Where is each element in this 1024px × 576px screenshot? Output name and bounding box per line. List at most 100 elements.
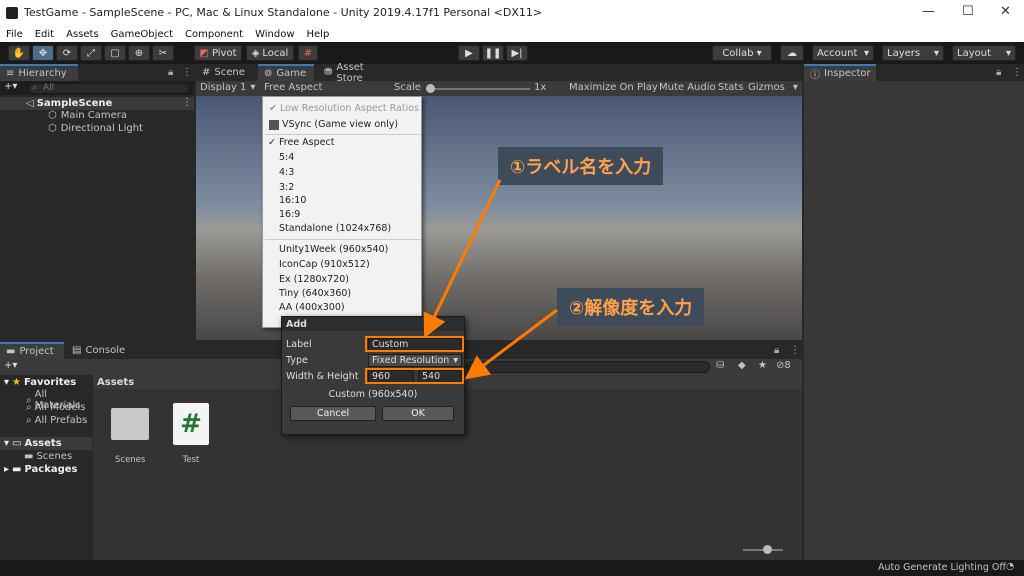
layers-dropdown[interactable]: Layers ▾ (882, 45, 944, 61)
aspect-option[interactable]: Standalone (1024x768) (279, 223, 391, 234)
scale-tool-icon[interactable]: ⤢ (80, 45, 102, 61)
packages-node[interactable]: ▸ ▬ Packages (4, 464, 78, 475)
filter-label-icon[interactable]: ◆ (738, 360, 746, 371)
project-search-input[interactable] (466, 361, 710, 373)
favorite-item[interactable]: ⌕ All Prefabs (26, 415, 87, 426)
aspect-dropdown[interactable]: Free Aspect (264, 82, 322, 93)
chevron-down-icon: ▾ (933, 47, 939, 59)
hierarchy-item-main-camera[interactable]: ⬡ Main Camera (48, 110, 127, 121)
menu-help[interactable]: Help (307, 29, 330, 40)
move-tool-icon[interactable]: ✥ (32, 45, 54, 61)
scene-row[interactable]: ◁ SampleScene (0, 97, 194, 110)
minimize-button[interactable]: — (922, 4, 935, 19)
scene-kebab-icon[interactable]: ⋮ (182, 97, 192, 108)
tab-asset-store[interactable]: ⛃ Asset Store (318, 62, 398, 84)
scale-value: 1x (534, 82, 547, 93)
hidden-packages-toggle[interactable]: ⊘ 8 (776, 360, 791, 371)
menu-assets[interactable]: Assets (66, 29, 99, 40)
display-dropdown[interactable]: Display 1 ▾ (200, 82, 255, 93)
inspector-panel: ⓘ Inspector 🔒︎ ⋮ (804, 64, 1024, 560)
tab-inspector[interactable]: ⓘ Inspector (804, 64, 876, 81)
rotate-tool-icon[interactable]: ⟳ (56, 45, 78, 61)
aspect-option[interactable]: 16:9 (279, 209, 300, 220)
aspect-option[interactable]: 3:2 (279, 182, 294, 193)
favorite-star-icon[interactable]: ★ (758, 360, 767, 371)
add-icon[interactable]: +▾ (4, 81, 17, 92)
cloud-icon[interactable]: ☁ (780, 45, 804, 61)
step-icon[interactable]: ▶| (506, 45, 528, 61)
vsync-option[interactable]: VSync (Game view only) (269, 119, 398, 130)
collab-button[interactable]: Collab ▾ (712, 45, 772, 61)
aspect-option[interactable]: 16:10 (279, 195, 306, 206)
hand-tool-icon[interactable]: ✋ (8, 45, 30, 61)
aspect-option[interactable]: Tiny (640x360) (279, 288, 351, 299)
aspect-option[interactable]: IconCap (910x512) (279, 259, 370, 270)
scenes-node[interactable]: ▬ Scenes (24, 451, 72, 462)
aspect-option[interactable]: 4:3 (279, 167, 294, 178)
hierarchy-item-directional-light[interactable]: ⬡ Directional Light (48, 123, 143, 134)
search-icon: ⌕ (32, 83, 38, 93)
filter-type-icon[interactable]: ⛁ (716, 360, 724, 371)
pause-icon[interactable]: ❚❚ (482, 45, 504, 61)
kebab-menu-icon[interactable]: ⋮ (182, 67, 192, 78)
lock-icon[interactable]: 🔒︎ (996, 67, 1001, 78)
add-icon[interactable]: +▾ (4, 360, 17, 371)
custom-tool-icon[interactable]: ✂ (152, 45, 174, 61)
kebab-menu-icon[interactable]: ⋮ (1012, 67, 1022, 78)
local-button[interactable]: ◈ Local (246, 45, 294, 61)
ok-button[interactable]: OK (382, 406, 454, 421)
menu-separator (265, 134, 421, 135)
tab-console[interactable]: ▤ Console (66, 342, 132, 359)
aspect-option[interactable]: AA (400x300) (279, 302, 345, 313)
grid-snap-icon[interactable]: # (298, 45, 318, 61)
scale-slider-handle[interactable] (426, 84, 435, 93)
assets-node[interactable]: ▾ ▭ Assets (0, 437, 92, 450)
tab-scene[interactable]: # Scene (196, 64, 258, 81)
pivot-button[interactable]: ◩ Pivot (194, 45, 242, 61)
menu-file[interactable]: File (6, 29, 23, 40)
favorites-node[interactable]: ▾ ★ Favorites (4, 377, 76, 388)
play-icon[interactable]: ▶ (458, 45, 480, 61)
scale-slider[interactable] (426, 88, 530, 90)
aspect-option[interactable]: Ex (1280x720) (279, 274, 349, 285)
resolution-highlight-box (365, 368, 464, 384)
folder-icon[interactable] (111, 408, 149, 440)
favorite-item[interactable]: ⌕ All Models (26, 402, 85, 413)
menu-edit[interactable]: Edit (35, 29, 54, 40)
tab-game[interactable]: ⊚ Game (258, 64, 314, 81)
aspect-option[interactable]: 5:4 (279, 152, 294, 163)
close-button[interactable]: ✕ (1000, 4, 1011, 19)
transform-tool-icon[interactable]: ⊕ (128, 45, 150, 61)
low-res-option[interactable]: ✔ Low Resolution Aspect Ratios (269, 103, 419, 114)
csharp-script-icon[interactable]: # (173, 403, 209, 445)
gizmos-dropdown[interactable]: Gizmos ▾ (748, 82, 798, 93)
icon-size-slider-handle[interactable] (763, 545, 772, 554)
maximize-button[interactable]: ☐ (962, 4, 974, 19)
menu-component[interactable]: Component (185, 29, 243, 40)
mute-audio-toggle[interactable]: Mute Audio (659, 82, 716, 93)
layout-dropdown[interactable]: Layout ▾ (952, 45, 1016, 61)
status-text: Auto Generate Lighting Off (878, 562, 1006, 573)
lock-icon[interactable]: 🔒︎ (168, 67, 173, 78)
list-icon: ≡ (6, 68, 15, 79)
tab-project[interactable]: ▬ Project (0, 342, 64, 359)
maximize-on-play-toggle[interactable]: Maximize On Play (569, 82, 658, 93)
rect-tool-icon[interactable]: ▢ (104, 45, 126, 61)
aspect-option[interactable]: Unity1Week (960x540) (279, 244, 388, 255)
hierarchy-search-input[interactable]: All (28, 83, 190, 94)
type-dropdown[interactable]: Fixed Resolution ▾ (368, 354, 462, 367)
cancel-button[interactable]: Cancel (290, 406, 376, 421)
aspect-option[interactable]: Free Aspect (279, 137, 334, 148)
tab-hierarchy[interactable]: ≡ Hierarchy (0, 64, 78, 81)
folder-icon: ▬ (6, 346, 16, 357)
stats-toggle[interactable]: Stats (718, 82, 744, 93)
account-dropdown[interactable]: Account ▾ (812, 45, 874, 61)
check-icon: ✓ (268, 137, 276, 148)
menu-gameobject[interactable]: GameObject (111, 29, 173, 40)
lighting-icon[interactable]: ◔ (1006, 561, 1014, 572)
menu-window[interactable]: Window (255, 29, 294, 40)
lock-icon[interactable]: 🔒︎ (774, 345, 779, 356)
chevron-down-icon: ▾ (250, 82, 256, 93)
checkbox-icon (269, 119, 279, 130)
kebab-menu-icon[interactable]: ⋮ (790, 345, 800, 356)
